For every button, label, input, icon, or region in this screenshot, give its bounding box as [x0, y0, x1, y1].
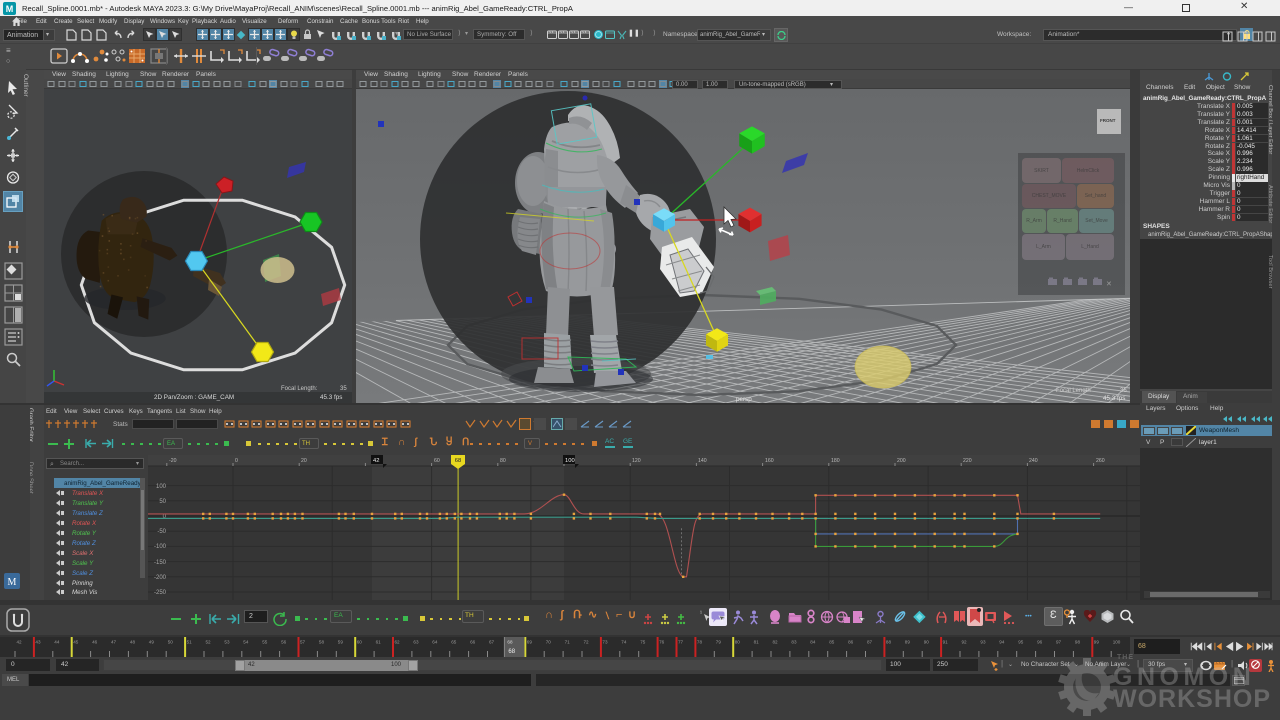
svg-text:44: 44	[54, 640, 60, 645]
svg-text:99: 99	[1094, 640, 1100, 645]
svg-text:71: 71	[565, 640, 571, 645]
svg-text:THE: THE	[1117, 654, 1134, 661]
svg-text:-100: -100	[154, 544, 167, 550]
svg-text:67: 67	[489, 640, 495, 645]
svg-text:180: 180	[831, 458, 840, 464]
svg-text:45: 45	[73, 640, 79, 645]
svg-text:79: 79	[716, 640, 722, 645]
svg-text:M: M	[6, 4, 14, 14]
svg-text:100: 100	[1113, 640, 1121, 645]
svg-text:98: 98	[1075, 640, 1081, 645]
svg-text:73: 73	[602, 640, 608, 645]
svg-text:46: 46	[92, 640, 98, 645]
svg-text:-250: -250	[154, 590, 167, 596]
svg-text:160: 160	[765, 458, 774, 464]
svg-text:66: 66	[470, 640, 476, 645]
svg-text:260: 260	[1096, 458, 1105, 464]
svg-text:89: 89	[905, 640, 911, 645]
svg-text:85: 85	[829, 640, 835, 645]
svg-text:140: 140	[698, 458, 707, 464]
svg-text:54: 54	[243, 640, 249, 645]
svg-text:92: 92	[962, 640, 968, 645]
svg-text:75: 75	[640, 640, 646, 645]
svg-text:80: 80	[735, 640, 741, 645]
svg-text:97: 97	[1056, 640, 1062, 645]
svg-text:60: 60	[357, 640, 363, 645]
svg-text:65: 65	[451, 640, 457, 645]
svg-text:78: 78	[697, 640, 703, 645]
svg-text:51: 51	[187, 640, 193, 645]
svg-text:240: 240	[1029, 458, 1038, 464]
svg-text:100: 100	[156, 484, 167, 490]
svg-text:64: 64	[432, 640, 438, 645]
svg-text:94: 94	[999, 640, 1005, 645]
svg-text:61: 61	[376, 640, 382, 645]
svg-text:50: 50	[168, 640, 174, 645]
svg-text:62: 62	[395, 640, 401, 645]
svg-text:50: 50	[159, 499, 166, 505]
svg-text:-20: -20	[169, 458, 177, 464]
svg-text:74: 74	[621, 640, 627, 645]
svg-text:20: 20	[301, 458, 307, 464]
svg-text:86: 86	[848, 640, 854, 645]
svg-text:96: 96	[1037, 640, 1043, 645]
svg-text:47: 47	[111, 640, 117, 645]
svg-text:42: 42	[17, 640, 23, 645]
svg-text:93: 93	[980, 640, 986, 645]
svg-text:M: M	[8, 577, 17, 588]
svg-text:-150: -150	[154, 560, 167, 566]
svg-text:84: 84	[810, 640, 816, 645]
svg-text:80: 80	[500, 458, 506, 464]
svg-text:88: 88	[886, 640, 892, 645]
svg-text:0: 0	[235, 458, 238, 464]
svg-text:WORKSHOP: WORKSHOP	[1113, 685, 1271, 713]
svg-text:220: 220	[963, 458, 972, 464]
svg-text:63: 63	[413, 640, 419, 645]
svg-text:68: 68	[455, 458, 461, 464]
svg-text:58: 58	[319, 640, 325, 645]
svg-text:52: 52	[206, 640, 212, 645]
svg-text:200: 200	[897, 458, 906, 464]
svg-text:59: 59	[338, 640, 344, 645]
svg-text:42: 42	[373, 458, 379, 464]
svg-text:76: 76	[659, 640, 665, 645]
svg-text:43: 43	[35, 640, 41, 645]
svg-text:82: 82	[773, 640, 779, 645]
svg-text:60: 60	[434, 458, 440, 464]
svg-text:100: 100	[565, 458, 575, 464]
svg-text:-200: -200	[154, 575, 167, 581]
svg-text:48: 48	[130, 640, 136, 645]
svg-text:55: 55	[262, 640, 268, 645]
svg-text:95: 95	[1018, 640, 1024, 645]
svg-text:87: 87	[867, 640, 873, 645]
svg-text:91: 91	[943, 640, 949, 645]
svg-text:53: 53	[224, 640, 230, 645]
svg-text:72: 72	[584, 640, 590, 645]
svg-text:68: 68	[508, 649, 515, 655]
svg-text:77: 77	[678, 640, 684, 645]
svg-text:83: 83	[791, 640, 797, 645]
svg-text:56: 56	[281, 640, 287, 645]
svg-text:49: 49	[149, 640, 155, 645]
svg-text:70: 70	[546, 640, 552, 645]
svg-text:68: 68	[507, 640, 513, 645]
svg-text:-50: -50	[157, 529, 166, 535]
svg-text:81: 81	[754, 640, 760, 645]
svg-text:69: 69	[527, 640, 533, 645]
svg-text:57: 57	[300, 640, 306, 645]
svg-text:120: 120	[632, 458, 641, 464]
svg-text:90: 90	[924, 640, 930, 645]
